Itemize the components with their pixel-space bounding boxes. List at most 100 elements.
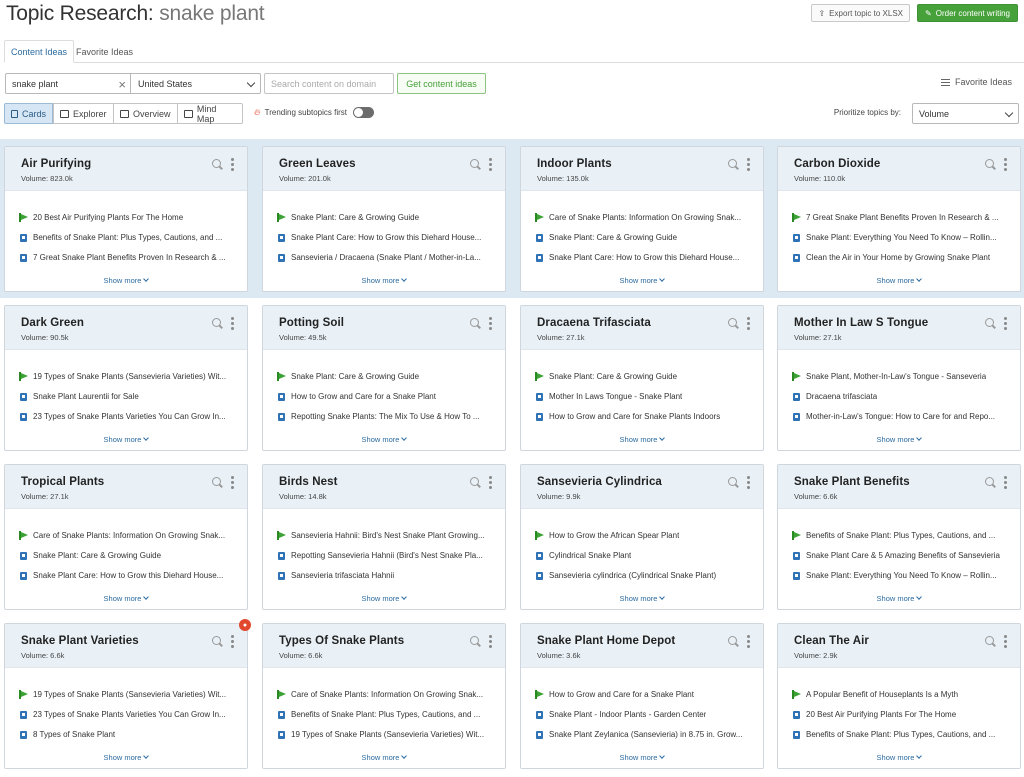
show-more-link[interactable]: Show more: [521, 435, 763, 444]
more-vertical-icon[interactable]: [747, 476, 750, 489]
more-vertical-icon[interactable]: [1004, 158, 1007, 171]
search-icon[interactable]: [470, 636, 479, 645]
idea-item[interactable]: 20 Best Air Purifying Plants For The Hom…: [792, 704, 1006, 724]
idea-item[interactable]: Snake Plant Care & 5 Amazing Benefits of…: [792, 545, 1006, 565]
idea-item[interactable]: Snake Plant: Care & Growing Guide: [277, 366, 491, 386]
idea-item[interactable]: Mother-in-Law's Tongue: How to Care for …: [792, 406, 1006, 426]
card-title[interactable]: Dark Green: [21, 317, 84, 329]
idea-item[interactable]: Benefits of Snake Plant: Plus Types, Cau…: [792, 724, 1006, 744]
show-more-link[interactable]: Show more: [778, 753, 1020, 762]
show-more-link[interactable]: Show more: [263, 276, 505, 285]
more-vertical-icon[interactable]: [231, 317, 234, 330]
idea-item[interactable]: 20 Best Air Purifying Plants For The Hom…: [19, 207, 233, 227]
search-icon[interactable]: [470, 477, 479, 486]
search-icon[interactable]: [470, 318, 479, 327]
search-icon[interactable]: [212, 477, 221, 486]
search-icon[interactable]: [728, 477, 737, 486]
idea-item[interactable]: Benefits of Snake Plant: Plus Types, Cau…: [277, 704, 491, 724]
order-content-writing-button[interactable]: ✎ Order content writing: [917, 4, 1018, 22]
idea-item[interactable]: 8 Types of Snake Plant: [19, 724, 233, 744]
show-more-link[interactable]: Show more: [778, 594, 1020, 603]
more-vertical-icon[interactable]: [489, 317, 492, 330]
idea-item[interactable]: Mother In Laws Tongue - Snake Plant: [535, 386, 749, 406]
search-icon[interactable]: [985, 318, 994, 327]
idea-item[interactable]: Snake Plant: Care & Growing Guide: [19, 545, 233, 565]
idea-item[interactable]: Dracaena trifasciata: [792, 386, 1006, 406]
idea-item[interactable]: Snake Plant Care: How to Grow this Dieha…: [535, 247, 749, 267]
show-more-link[interactable]: Show more: [5, 435, 247, 444]
idea-item[interactable]: Snake Plant: Care & Growing Guide: [277, 207, 491, 227]
show-more-link[interactable]: Show more: [521, 753, 763, 762]
card-title[interactable]: Tropical Plants: [21, 476, 104, 488]
view-mind-map-button[interactable]: Mind Map: [177, 103, 243, 124]
idea-item[interactable]: Snake Plant: Care & Growing Guide: [535, 366, 749, 386]
more-vertical-icon[interactable]: [747, 158, 750, 171]
search-icon[interactable]: [728, 159, 737, 168]
show-more-link[interactable]: Show more: [778, 276, 1020, 285]
card-title[interactable]: Snake Plant Varieties: [21, 635, 139, 647]
card-title[interactable]: Dracaena Trifasciata: [537, 317, 651, 329]
country-select[interactable]: United States: [131, 73, 261, 94]
show-more-link[interactable]: Show more: [263, 753, 505, 762]
show-more-link[interactable]: Show more: [521, 594, 763, 603]
domain-search-input[interactable]: Search content on domain: [264, 73, 394, 94]
clear-icon[interactable]: ×: [118, 77, 126, 92]
card-title[interactable]: Air Purifying: [21, 158, 91, 170]
show-more-link[interactable]: Show more: [263, 594, 505, 603]
search-icon[interactable]: [728, 636, 737, 645]
more-vertical-icon[interactable]: [489, 635, 492, 648]
idea-item[interactable]: Sansevieria / Dracaena (Snake Plant / Mo…: [277, 247, 491, 267]
idea-item[interactable]: 23 Types of Snake Plants Varieties You C…: [19, 406, 233, 426]
more-vertical-icon[interactable]: [747, 317, 750, 330]
card-title[interactable]: Birds Nest: [279, 476, 338, 488]
idea-item[interactable]: Sansevieria Hahnii: Bird's Nest Snake Pl…: [277, 525, 491, 545]
idea-item[interactable]: Care of Snake Plants: Information On Gro…: [19, 525, 233, 545]
more-vertical-icon[interactable]: [1004, 635, 1007, 648]
view-explorer-button[interactable]: Explorer: [53, 103, 114, 124]
favorite-ideas-link[interactable]: Favorite Ideas: [940, 77, 1012, 87]
card-title[interactable]: Types Of Snake Plants: [279, 635, 404, 647]
view-overview-button[interactable]: Overview: [113, 103, 178, 124]
search-icon[interactable]: [212, 159, 221, 168]
search-icon[interactable]: [470, 159, 479, 168]
card-title[interactable]: Carbon Dioxide: [794, 158, 880, 170]
show-more-link[interactable]: Show more: [778, 435, 1020, 444]
idea-item[interactable]: 19 Types of Snake Plants (Sansevieria Va…: [19, 684, 233, 704]
search-icon[interactable]: [728, 318, 737, 327]
idea-item[interactable]: Sansevieria trifasciata Hahnii: [277, 565, 491, 585]
export-xlsx-button[interactable]: ⇪ Export topic to XLSX: [811, 4, 910, 22]
idea-item[interactable]: Benefits of Snake Plant: Plus Types, Cau…: [19, 227, 233, 247]
show-more-link[interactable]: Show more: [5, 753, 247, 762]
card-title[interactable]: Green Leaves: [279, 158, 356, 170]
card-title[interactable]: Snake Plant Home Depot: [537, 635, 675, 647]
idea-item[interactable]: Snake Plant, Mother-In-Law's Tongue - Sa…: [792, 366, 1006, 386]
card-title[interactable]: Mother In Law S Tongue: [794, 317, 928, 329]
card-title[interactable]: Indoor Plants: [537, 158, 612, 170]
idea-item[interactable]: Snake Plant Care: How to Grow this Dieha…: [277, 227, 491, 247]
search-icon[interactable]: [985, 477, 994, 486]
idea-item[interactable]: Care of Snake Plants: Information On Gro…: [277, 684, 491, 704]
search-icon[interactable]: [212, 318, 221, 327]
idea-item[interactable]: Snake Plant: Everything You Need To Know…: [792, 565, 1006, 585]
more-vertical-icon[interactable]: [231, 158, 234, 171]
card-title[interactable]: Sansevieria Cylindrica: [537, 476, 662, 488]
get-content-ideas-button[interactable]: Get content ideas: [397, 73, 486, 94]
search-icon[interactable]: [985, 159, 994, 168]
card-title[interactable]: Snake Plant Benefits: [794, 476, 910, 488]
idea-item[interactable]: Care of Snake Plants: Information On Gro…: [535, 207, 749, 227]
card-title[interactable]: Potting Soil: [279, 317, 344, 329]
idea-item[interactable]: Clean the Air in Your Home by Growing Sn…: [792, 247, 1006, 267]
search-icon[interactable]: [985, 636, 994, 645]
idea-item[interactable]: 19 Types of Snake Plants (Sansevieria Va…: [19, 366, 233, 386]
idea-item[interactable]: Snake Plant - Indoor Plants - Garden Cen…: [535, 704, 749, 724]
more-vertical-icon[interactable]: [231, 476, 234, 489]
prioritize-select[interactable]: Volume: [912, 103, 1019, 124]
idea-item[interactable]: 19 Types of Snake Plants (Sansevieria Va…: [277, 724, 491, 744]
idea-item[interactable]: Snake Plant: Care & Growing Guide: [535, 227, 749, 247]
more-vertical-icon[interactable]: [747, 635, 750, 648]
keyword-input[interactable]: snake plant ×: [5, 73, 131, 94]
idea-item[interactable]: How to Grow and Care for Snake Plants In…: [535, 406, 749, 426]
idea-item[interactable]: A Popular Benefit of Houseplants Is a My…: [792, 684, 1006, 704]
idea-item[interactable]: Repotting Sansevieria Hahnii (Bird's Nes…: [277, 545, 491, 565]
idea-item[interactable]: How to Grow and Care for a Snake Plant: [277, 386, 491, 406]
